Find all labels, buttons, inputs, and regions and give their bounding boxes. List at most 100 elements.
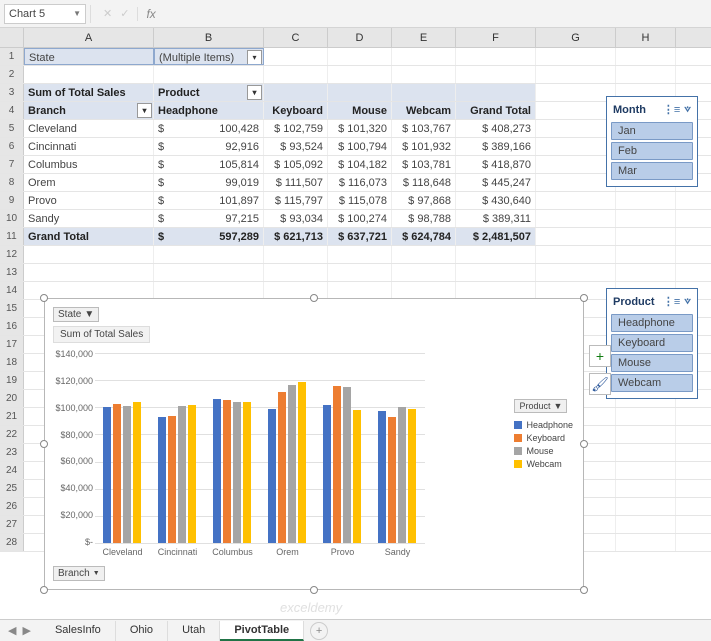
chart-title[interactable]: Sum of Total Sales	[53, 326, 150, 343]
add-sheet-button[interactable]: +	[310, 622, 328, 640]
bar[interactable]	[168, 416, 176, 543]
pivot-data-cell[interactable]: $ 100,274	[328, 210, 392, 227]
slicer-item[interactable]: Headphone	[611, 314, 693, 332]
pivot-data-cell[interactable]: $ 100,794	[328, 138, 392, 155]
row-header[interactable]: 11	[0, 228, 24, 245]
plot-area[interactable]	[95, 353, 425, 543]
row-header[interactable]: 17	[0, 336, 24, 353]
multi-select-icon[interactable]: ⋮≡	[663, 295, 680, 308]
chart-branch-filter-button[interactable]: Branch ▼	[53, 566, 105, 581]
row-header[interactable]: 27	[0, 516, 24, 533]
legend-item[interactable]: Keyboard	[514, 433, 573, 443]
pivot-data-cell[interactable]: $99,019	[154, 174, 264, 191]
sheet-tab[interactable]: Ohio	[116, 621, 168, 641]
bar[interactable]	[113, 404, 121, 543]
sheet-tab[interactable]: Utah	[168, 621, 220, 641]
pivot-row-label[interactable]: Provo	[24, 192, 154, 209]
pivot-data-cell[interactable]: $ 101,320	[328, 120, 392, 137]
slicer-item[interactable]: Jan	[611, 122, 693, 140]
row-header[interactable]: 7	[0, 156, 24, 173]
slicer-item[interactable]: Webcam	[611, 374, 693, 392]
pivot-data-cell[interactable]: $ 93,524	[264, 138, 328, 155]
chevron-down-icon[interactable]: ▼	[73, 9, 81, 18]
col-header[interactable]: F	[456, 28, 536, 47]
row-header[interactable]: 19	[0, 372, 24, 389]
chart-state-filter-button[interactable]: State ▼	[53, 307, 99, 322]
pivot-data-cell[interactable]: $97,215	[154, 210, 264, 227]
pivot-data-cell[interactable]: $101,897	[154, 192, 264, 209]
bar[interactable]	[123, 406, 131, 544]
col-header[interactable]: A	[24, 28, 154, 47]
name-box[interactable]: Chart 5 ▼	[4, 4, 86, 24]
slicer-item[interactable]: Feb	[611, 142, 693, 160]
row-header[interactable]: 22	[0, 426, 24, 443]
filter-dropdown-icon[interactable]: ▾	[247, 85, 262, 100]
bar[interactable]	[388, 417, 396, 543]
clear-filter-icon[interactable]: ⟇	[684, 103, 691, 116]
grand-total-cell[interactable]: $ 621,713	[264, 228, 328, 245]
grand-total-cell[interactable]: $597,289	[154, 228, 264, 245]
row-header[interactable]: 4	[0, 102, 24, 119]
bar[interactable]	[268, 409, 276, 543]
sheet-tab[interactable]: PivotTable	[220, 621, 304, 641]
row-header[interactable]: 16	[0, 318, 24, 335]
bar[interactable]	[408, 409, 416, 543]
bar[interactable]	[398, 407, 406, 543]
pivot-data-cell[interactable]: $ 102,759	[264, 120, 328, 137]
col-header[interactable]: G	[536, 28, 616, 47]
row-header[interactable]: 6	[0, 138, 24, 155]
chart-elements-button[interactable]: +	[589, 345, 611, 367]
tab-nav-prev-icon[interactable]: ◀	[8, 624, 16, 637]
row-header[interactable]: 26	[0, 498, 24, 515]
row-header[interactable]: 18	[0, 354, 24, 371]
pivot-data-cell[interactable]: $ 408,273	[456, 120, 536, 137]
bar[interactable]	[323, 405, 331, 543]
row-header[interactable]: 1	[0, 48, 24, 65]
pivot-row-label[interactable]: Columbus	[24, 156, 154, 173]
pivot-col-field[interactable]: Product ▾	[154, 84, 264, 101]
col-header[interactable]: D	[328, 28, 392, 47]
tab-nav-next-icon[interactable]: ▶	[22, 624, 30, 637]
pivot-data-cell[interactable]: $ 118,648	[392, 174, 456, 191]
slicer-product[interactable]: Product ⋮≡⟇ Headphone Keyboard Mouse Web…	[606, 288, 698, 399]
pivot-row-field[interactable]: Branch ▾	[24, 102, 154, 119]
pivot-col-header[interactable]: Webcam	[392, 102, 456, 119]
pivot-data-cell[interactable]: $ 115,797	[264, 192, 328, 209]
pivot-data-cell[interactable]: $ 389,166	[456, 138, 536, 155]
row-header[interactable]: 24	[0, 462, 24, 479]
col-header[interactable]: E	[392, 28, 456, 47]
confirm-icon[interactable]: ✓	[120, 7, 129, 20]
filter-field-label[interactable]: State	[24, 48, 154, 65]
pivot-col-header[interactable]: Grand Total	[456, 102, 536, 119]
pivot-col-header[interactable]: Mouse	[328, 102, 392, 119]
row-header[interactable]: 2	[0, 66, 24, 83]
pivot-data-cell[interactable]: $92,916	[154, 138, 264, 155]
slicer-item[interactable]: Keyboard	[611, 334, 693, 352]
pivot-row-label[interactable]: Sandy	[24, 210, 154, 227]
row-header[interactable]: 13	[0, 264, 24, 281]
pivot-col-header[interactable]: Keyboard	[264, 102, 328, 119]
row-header[interactable]: 14	[0, 282, 24, 299]
legend-item[interactable]: Webcam	[514, 459, 573, 469]
pivot-row-label[interactable]: Cincinnati	[24, 138, 154, 155]
bar[interactable]	[188, 405, 196, 543]
pivot-data-cell[interactable]: $105,814	[154, 156, 264, 173]
multi-select-icon[interactable]: ⋮≡	[663, 103, 680, 116]
bar[interactable]	[298, 382, 306, 543]
bar[interactable]	[103, 407, 111, 543]
pivot-data-cell[interactable]: $ 430,640	[456, 192, 536, 209]
grand-total-cell[interactable]: $ 2,481,507	[456, 228, 536, 245]
pivot-data-cell[interactable]: $ 101,932	[392, 138, 456, 155]
filter-dropdown-icon[interactable]: ▾	[247, 50, 262, 65]
bar[interactable]	[343, 387, 351, 543]
row-header[interactable]: 21	[0, 408, 24, 425]
row-header[interactable]: 28	[0, 534, 24, 551]
row-header[interactable]: 23	[0, 444, 24, 461]
pivot-data-cell[interactable]: $ 111,507	[264, 174, 328, 191]
pivot-row-label[interactable]: Orem	[24, 174, 154, 191]
select-all-corner[interactable]	[0, 28, 24, 47]
bar[interactable]	[178, 406, 186, 543]
slicer-item[interactable]: Mar	[611, 162, 693, 180]
row-header[interactable]: 25	[0, 480, 24, 497]
slicer-item[interactable]: Mouse	[611, 354, 693, 372]
